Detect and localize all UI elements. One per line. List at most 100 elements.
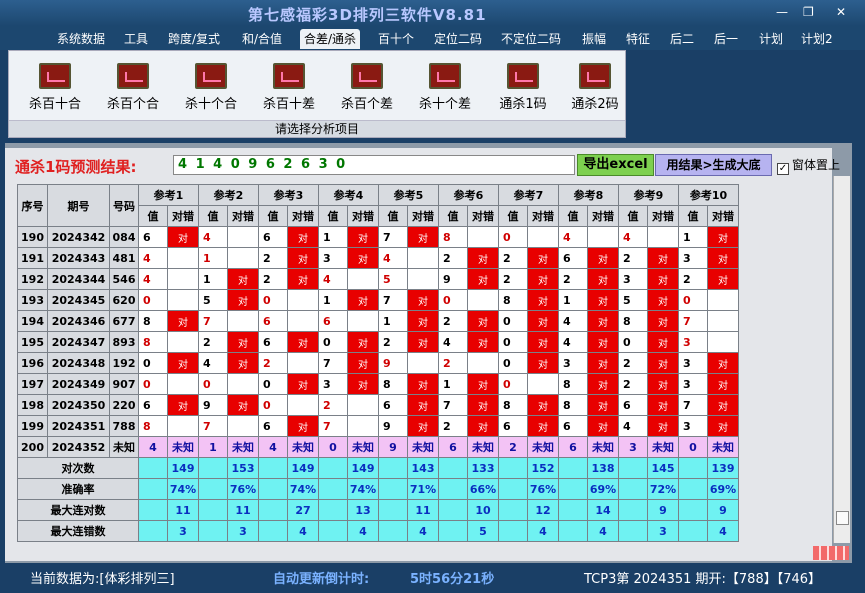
table-row[interactable]: 190 2024342 084 6 对 4 6 对 1 对 7 对 8 0 4 4 1 对 bbox=[17, 226, 739, 248]
correct-cell: 对 bbox=[587, 373, 619, 395]
value-cell: 1 bbox=[198, 247, 228, 269]
table-row[interactable]: 197 2024349 907 0 0 0 对 3 对 8 对 1 对 0 8 对 2 对 3 对 bbox=[17, 373, 739, 395]
menu-item[interactable]: 振幅 bbox=[578, 29, 610, 49]
correct-cell: 对 bbox=[347, 352, 379, 374]
value-cell: 3 bbox=[318, 373, 348, 395]
pin-window-checkbox[interactable]: ✓ 窗体置上 bbox=[777, 156, 840, 175]
stat-value: 153 bbox=[227, 457, 259, 479]
table-row[interactable]: 193 2024345 620 0 5 对 0 1 对 7 对 0 8 对 1 对 5 对 0 bbox=[17, 289, 739, 311]
ribbon-button[interactable]: 杀百十差 bbox=[252, 63, 326, 112]
menu-item[interactable]: 和/合值 bbox=[238, 29, 286, 49]
maximize-icon[interactable]: ❐ bbox=[803, 5, 814, 19]
value-cell: 2 bbox=[258, 268, 288, 290]
value-cell: 9 bbox=[198, 394, 228, 416]
unknown-cell: 未知 bbox=[587, 436, 619, 458]
correct-cell: 对 bbox=[647, 415, 679, 437]
menu-item[interactable]: 工具 bbox=[120, 29, 152, 49]
ribbon-button[interactable]: 通杀2码 bbox=[558, 63, 632, 112]
ribbon-button[interactable]: 杀百个合 bbox=[96, 63, 170, 112]
value-cell: 8 bbox=[618, 310, 648, 332]
analysis-chart-icon bbox=[195, 63, 227, 89]
prediction-row[interactable]: 200 2024352 未知 4 未知 1 未知 4 未知 0 未知 9 未知 6 未知 2 未知 6 未知 3 未知 0… bbox=[17, 436, 739, 458]
value-cell: 6 bbox=[258, 226, 288, 248]
ribbon-button[interactable]: 杀十个合 bbox=[174, 63, 248, 112]
menu-item[interactable]: 跨度/复式 bbox=[164, 29, 224, 49]
wrong-cell bbox=[167, 289, 199, 311]
close-icon[interactable]: ✕ bbox=[836, 5, 846, 19]
scrollbar-thumb[interactable] bbox=[836, 511, 849, 525]
stat-spacer bbox=[498, 478, 528, 500]
table-row[interactable]: 195 2024347 893 8 2 对 6 对 0 对 2 对 4 对 0 对 4 对 0 对 3 bbox=[17, 331, 739, 353]
value-cell: 2 bbox=[438, 415, 468, 437]
table-row[interactable]: 196 2024348 192 0 对 4 对 2 7 对 9 2 0 对 3 对 2 对 3 对 bbox=[17, 352, 739, 374]
wrong-cell bbox=[287, 310, 319, 332]
ribbon-button[interactable]: 杀十个差 bbox=[408, 63, 482, 112]
stat-spacer bbox=[558, 499, 588, 521]
correct-cell: 对 bbox=[167, 394, 199, 416]
unknown-cell: 未知 bbox=[467, 436, 499, 458]
horizontal-scroll-indicator[interactable] bbox=[813, 546, 849, 560]
menu-item[interactable]: 百十个 bbox=[374, 29, 418, 49]
table-row[interactable]: 191 2024343 481 4 1 2 对 3 对 4 2 对 2 对 6 对 2 对 3 对 bbox=[17, 247, 739, 269]
wrong-cell bbox=[167, 247, 199, 269]
wrong-cell bbox=[167, 373, 199, 395]
vertical-scrollbar[interactable] bbox=[833, 176, 850, 543]
menu-item[interactable]: 计划 bbox=[755, 29, 787, 49]
value-cell: 0 bbox=[498, 352, 528, 374]
menu-item[interactable]: 合差/通杀 bbox=[300, 29, 361, 49]
correct-cell: 对 bbox=[527, 289, 559, 311]
stat-spacer bbox=[318, 520, 348, 542]
menu-item[interactable]: 计划2 bbox=[797, 29, 837, 49]
ribbon-button[interactable]: 通杀1码 bbox=[486, 63, 560, 112]
subheader-check: 对错 bbox=[167, 205, 199, 227]
table-row[interactable]: 198 2024350 220 6 对 9 对 0 2 6 对 7 对 8 对 8 对 6 对 7 对 bbox=[17, 394, 739, 416]
menu-item[interactable]: 系统数据 bbox=[53, 29, 109, 49]
stat-value: 12 bbox=[527, 499, 559, 521]
stat-spacer bbox=[378, 457, 408, 479]
ribbon-footer: 请选择分析项目 bbox=[9, 120, 625, 137]
menu-item[interactable]: 特征 bbox=[622, 29, 654, 49]
correct-cell: 对 bbox=[647, 331, 679, 353]
generate-base-button[interactable]: 用结果>生成大底 bbox=[655, 154, 772, 176]
value-cell: 0 bbox=[498, 310, 528, 332]
stat-value: 11 bbox=[407, 499, 439, 521]
prediction-result-field[interactable]: 4 1 4 0 9 6 2 6 3 0 bbox=[173, 155, 575, 175]
value-cell: 4 bbox=[438, 331, 468, 353]
value-cell: 8 bbox=[138, 331, 168, 353]
wrong-cell bbox=[227, 310, 259, 332]
ribbon-button-label: 杀十个差 bbox=[418, 97, 471, 112]
stat-value: 69% bbox=[707, 478, 739, 500]
table-row[interactable]: 194 2024346 677 8 对 7 6 6 1 对 2 对 0 对 4 对 8 对 7 bbox=[17, 310, 739, 332]
correct-cell: 对 bbox=[407, 289, 439, 311]
menu-item[interactable]: 后二 bbox=[666, 29, 698, 49]
export-excel-button[interactable]: 导出excel bbox=[577, 154, 654, 176]
value-cell: 2 bbox=[618, 352, 648, 374]
minimize-icon[interactable]: — bbox=[776, 5, 788, 19]
correct-cell: 对 bbox=[467, 310, 499, 332]
menu-item[interactable]: 后一 bbox=[710, 29, 742, 49]
ribbon-button[interactable]: 杀百个差 bbox=[330, 63, 404, 112]
issue-cell: 2024342 bbox=[47, 226, 110, 248]
stat-spacer bbox=[558, 457, 588, 479]
checkbox-icon[interactable]: ✓ bbox=[777, 163, 789, 175]
value-cell: 8 bbox=[138, 310, 168, 332]
correct-cell: 对 bbox=[347, 247, 379, 269]
seq-cell: 190 bbox=[17, 226, 48, 248]
wrong-cell bbox=[407, 247, 439, 269]
value-cell: 2 bbox=[318, 394, 348, 416]
stat-spacer bbox=[438, 457, 468, 479]
correct-cell: 对 bbox=[287, 268, 319, 290]
menu-item[interactable]: 不定位二码 bbox=[497, 29, 565, 49]
unknown-cell: 未知 bbox=[647, 436, 679, 458]
menu-item[interactable]: 定位二码 bbox=[430, 29, 486, 49]
ribbon-button[interactable]: 杀百十合 bbox=[18, 63, 92, 112]
value-cell: 3 bbox=[678, 415, 708, 437]
prediction-table: 序号 期号 号码 参考1 参考2 参考3 参考4 参考5 参考6 参考7 参考8 参考9 参考10 值对错… bbox=[17, 184, 739, 542]
wrong-cell bbox=[347, 415, 379, 437]
table-row[interactable]: 199 2024351 788 8 7 6 对 7 9 对 2 对 6 对 6 对 4 对 3 对 bbox=[17, 415, 739, 437]
stat-spacer bbox=[558, 478, 588, 500]
table-row[interactable]: 192 2024344 546 4 1 对 2 对 4 5 9 对 2 对 2 对 3 对 2 对 bbox=[17, 268, 739, 290]
wrong-cell bbox=[167, 268, 199, 290]
value-cell: 2 bbox=[498, 268, 528, 290]
stat-label: 对次数 bbox=[17, 457, 139, 479]
